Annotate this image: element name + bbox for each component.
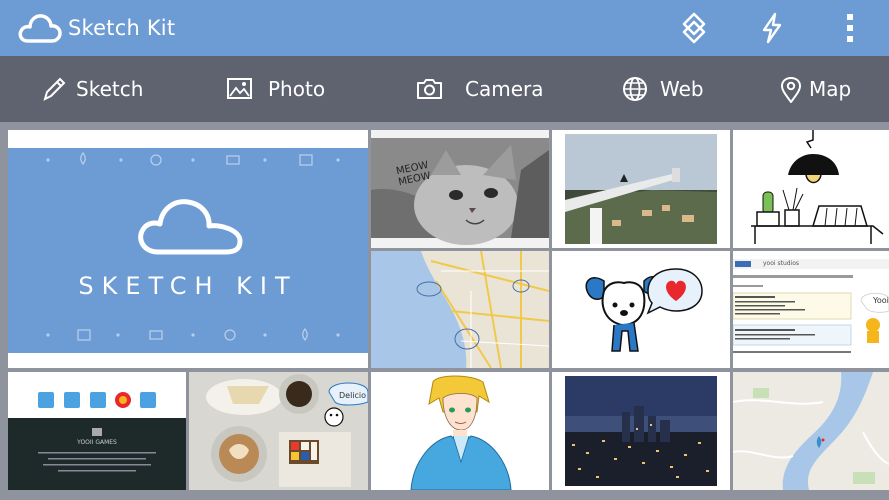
tab-map[interactable]: Map bbox=[780, 56, 880, 122]
gallery-item-bridge-photo[interactable] bbox=[552, 130, 730, 248]
website-header: yooi studios bbox=[763, 260, 800, 267]
gallery-item-games-site[interactable]: YOOII GAMES bbox=[8, 372, 186, 490]
tab-camera[interactable]: Camera bbox=[416, 56, 546, 122]
tab-photo-label: Photo bbox=[268, 77, 326, 101]
gallery-item-city-night[interactable] bbox=[552, 372, 730, 490]
gallery-item-website[interactable]: yooi studios Yooi bbox=[733, 251, 889, 368]
app-bar: Sketch Kit bbox=[0, 0, 889, 56]
tab-bar: Sketch Photo Camera Web Map bbox=[0, 56, 889, 122]
lightning-button[interactable] bbox=[750, 0, 794, 56]
gallery-item-cat-photo[interactable]: MEOW MEOW bbox=[371, 130, 549, 248]
gallery-item-food-photo[interactable]: Delicio bbox=[189, 372, 368, 490]
gallery-item-dog-sketch[interactable] bbox=[552, 251, 730, 368]
tab-photo[interactable]: Photo bbox=[226, 56, 336, 122]
tab-web[interactable]: Web bbox=[622, 56, 712, 122]
website-bubble-text: Yooi bbox=[873, 296, 889, 305]
cloud-logo-icon bbox=[18, 12, 62, 48]
tab-map-label: Map bbox=[809, 77, 852, 101]
more-vert-icon bbox=[847, 14, 853, 42]
tab-camera-label: Camera bbox=[465, 77, 544, 101]
app-title: Sketch Kit bbox=[68, 16, 176, 40]
gallery-item-sketch-kit-banner[interactable]: SKETCH KIT bbox=[8, 130, 368, 368]
gallery-item-map-coast[interactable] bbox=[371, 251, 549, 368]
tab-web-label: Web bbox=[660, 77, 704, 101]
tab-sketch[interactable]: Sketch bbox=[42, 56, 152, 122]
banner-title: SKETCH KIT bbox=[78, 272, 298, 300]
layers-button[interactable] bbox=[672, 0, 716, 56]
food-bubble-text: Delicio bbox=[339, 391, 367, 400]
gallery-item-anime-character[interactable] bbox=[371, 372, 549, 490]
map-pin-icon bbox=[781, 77, 801, 103]
tab-sketch-label: Sketch bbox=[76, 77, 144, 101]
image-icon bbox=[227, 78, 252, 99]
camera-icon bbox=[417, 79, 442, 99]
globe-icon bbox=[623, 77, 647, 101]
gallery-item-map-river[interactable] bbox=[733, 372, 889, 490]
games-title: YOOII GAMES bbox=[77, 439, 117, 446]
layers-icon bbox=[682, 12, 706, 44]
gallery-item-lamp-sketch[interactable] bbox=[733, 130, 889, 248]
lightning-icon bbox=[762, 12, 782, 44]
more-options-button[interactable] bbox=[828, 0, 872, 56]
pencil-icon bbox=[43, 77, 66, 101]
